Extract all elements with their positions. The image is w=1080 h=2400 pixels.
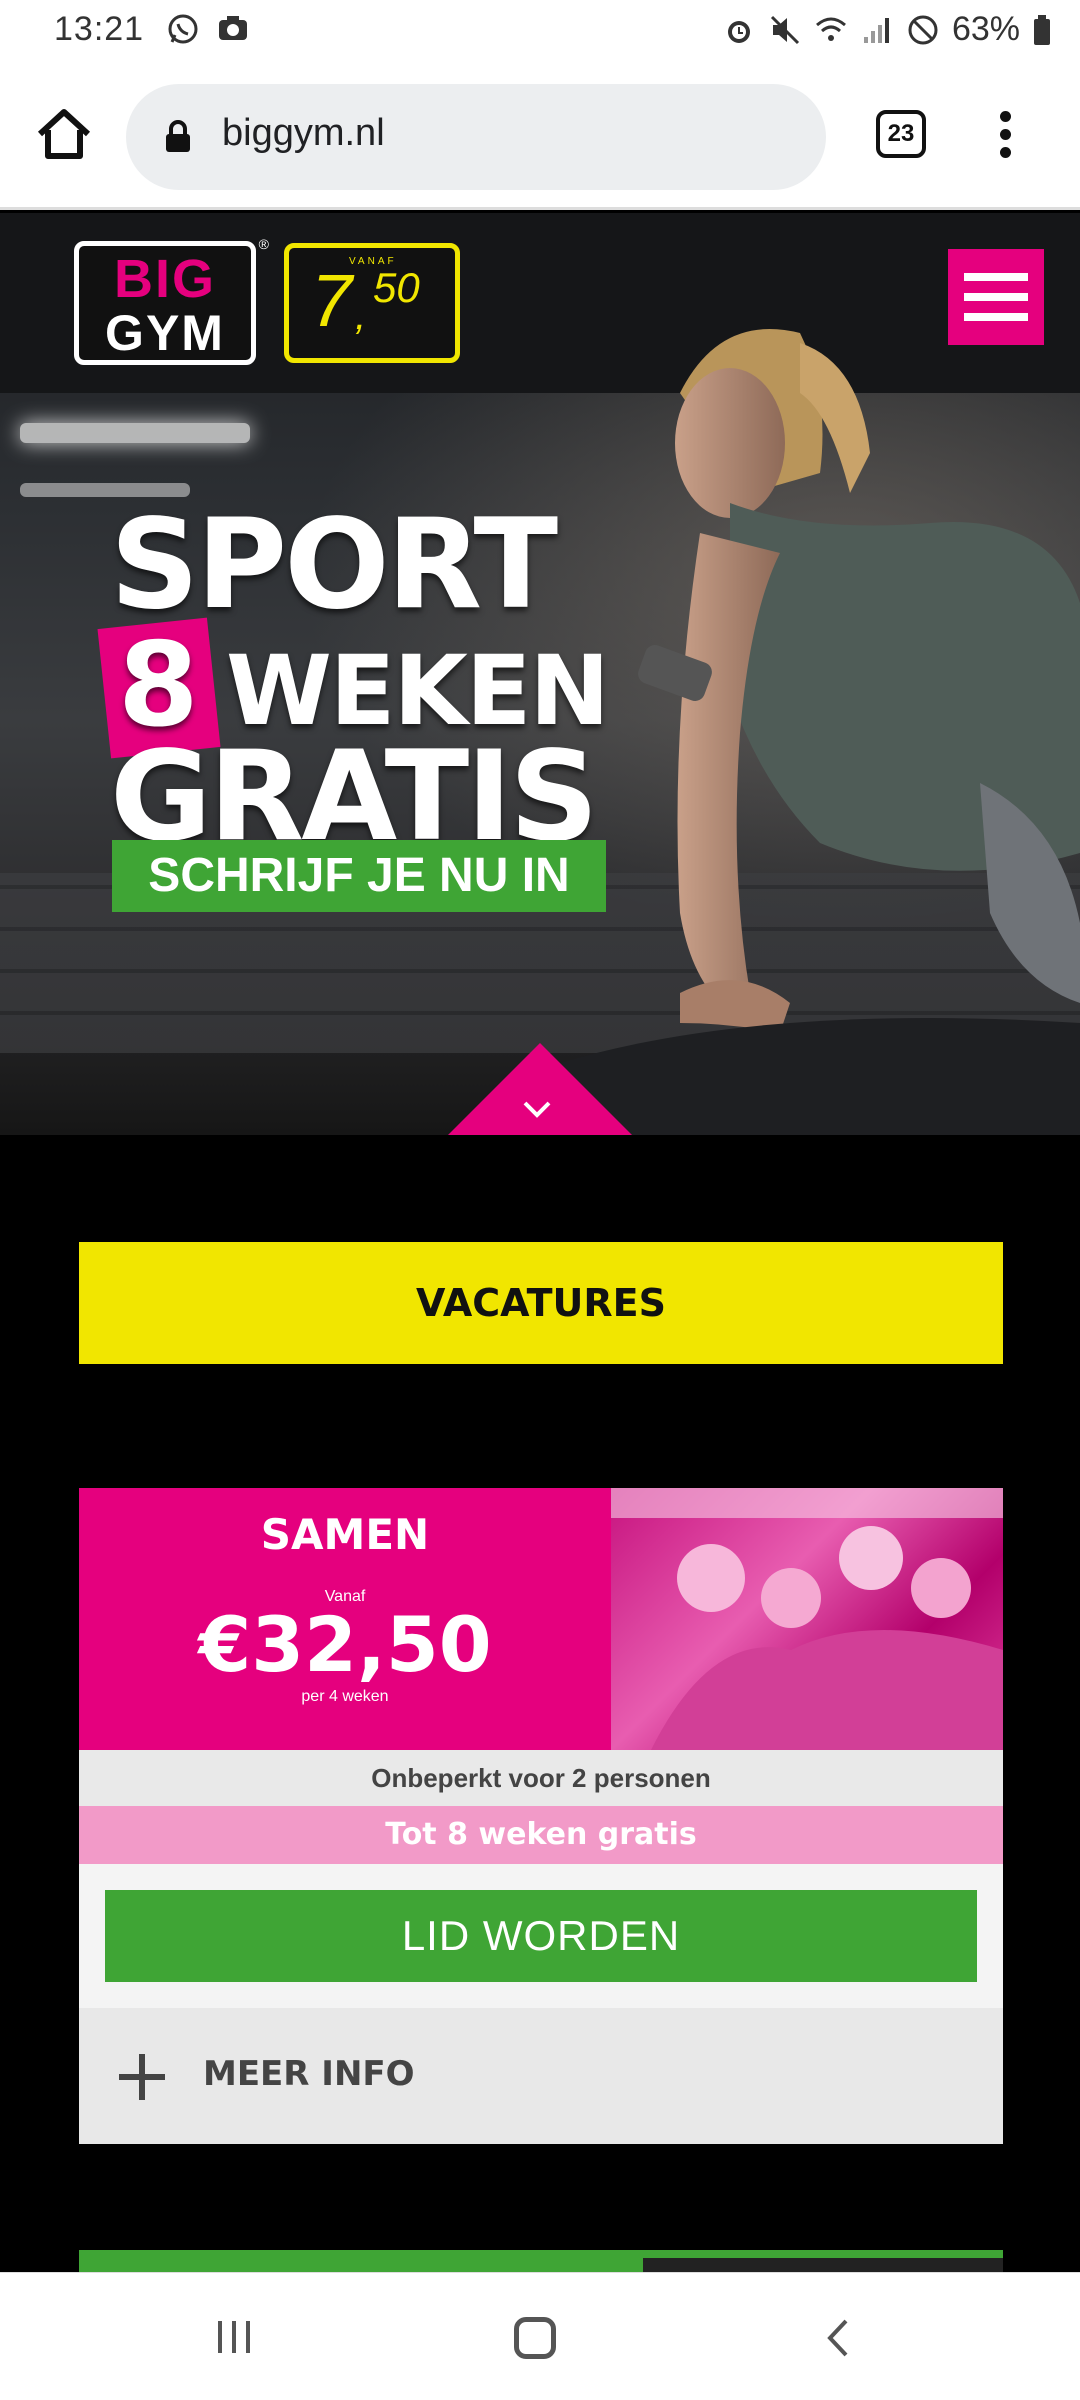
whatsapp-icon [168,14,198,44]
lid-worden-button[interactable]: LID WORDEN [105,1890,977,1982]
system-nav-bar [0,2272,1080,2400]
address-bar[interactable]: biggym.nl [126,84,826,190]
card-subtitle: Onbeperkt voor 2 personen [79,1750,1003,1806]
dnd-icon [908,15,938,44]
athlete-image [560,329,1080,1135]
mute-icon [770,15,799,44]
meer-info-toggle[interactable]: MEER INFO [79,2008,1003,2144]
meer-info-label: MEER INFO [203,2054,415,2094]
hero-banner[interactable]: BIG GYM ® VANAF 7 , 50 SPORT 8 WEKEN GRA… [0,213,1080,1135]
lock-icon [166,120,190,152]
vacatures-button[interactable]: VACATURES [79,1242,1003,1364]
biggym-logo[interactable]: BIG GYM ® [74,236,269,365]
url-text[interactable]: biggym.nl [222,112,385,155]
nav-home-icon[interactable] [514,2317,556,2359]
chevron-down-icon[interactable] [521,1093,553,1125]
battery-icon [1034,14,1050,45]
signup-cta-button[interactable]: SCHRIJF JE NU IN [112,840,606,912]
alarm-icon [727,20,750,43]
browser-toolbar: biggym.nl 23 [0,64,1080,210]
price-badge-logo: VANAF 7 , 50 [284,243,460,363]
back-icon[interactable] [822,2317,852,2359]
status-bar: 13:21 63% [0,0,1080,64]
card-price: €32,50 [198,1600,492,1689]
card-title: SAMEN [260,1510,430,1559]
next-membership-card [79,2250,1003,2274]
camera-icon [219,16,247,40]
home-icon[interactable] [34,104,94,164]
group-photo [611,1488,1003,1750]
membership-card: SAMEN Vanaf €32,50 per 4 weken Onbeperkt… [79,1488,1003,2144]
plus-icon [119,2054,165,2100]
browser-menu-icon[interactable] [990,106,1020,166]
card-header: SAMEN Vanaf €32,50 per 4 weken [79,1488,611,1750]
battery-percent: 63% [951,10,1020,48]
card-period: per 4 weken [301,1688,389,1705]
status-time: 13:21 [54,10,145,48]
hamburger-menu-icon[interactable] [948,249,1044,345]
tab-switcher-button[interactable]: 23 [876,110,926,158]
recent-apps-icon[interactable] [214,2317,254,2357]
wifi-icon [815,17,846,41]
signal-icon [863,17,889,43]
card-promo: Tot 8 weken gratis [79,1806,1003,1864]
